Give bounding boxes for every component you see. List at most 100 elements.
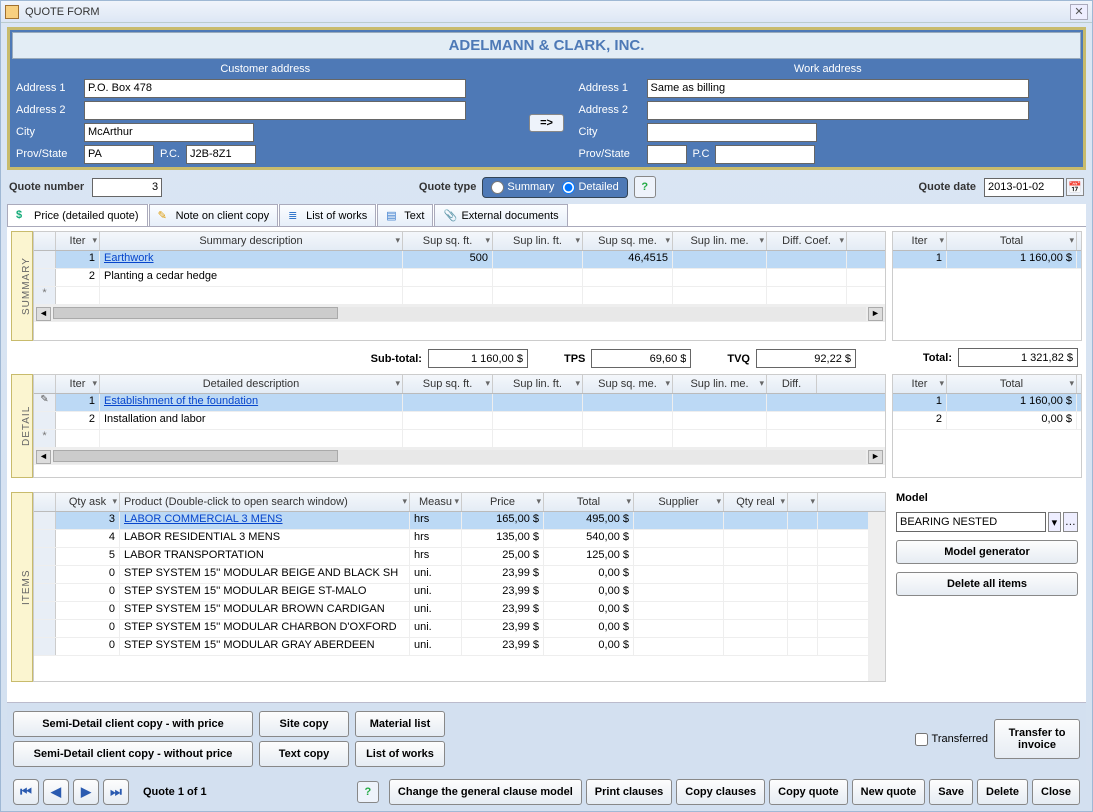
item-row[interactable]: 0STEP SYSTEM 15'' MODULAR CHARBON D'OXFO…	[34, 620, 868, 638]
tps-input[interactable]	[591, 349, 691, 368]
customer-address2-input[interactable]	[84, 101, 466, 120]
summary-header-sqme[interactable]: Sup sq. me.▾	[583, 232, 673, 250]
summary-header-sqft[interactable]: Sup sq. ft.▾	[403, 232, 493, 250]
close-button[interactable]: Close	[1032, 779, 1080, 805]
detail-body[interactable]: ✎1Establishment of the foundation 2Insta…	[34, 394, 885, 448]
customer-prov-input[interactable]	[84, 145, 154, 164]
items-header-total[interactable]: Total▾	[544, 493, 634, 511]
copy-clauses-button[interactable]: Copy clauses	[676, 779, 765, 805]
nav-last-button[interactable]: ⏭	[103, 779, 129, 805]
item-row[interactable]: 0STEP SYSTEM 15'' MODULAR BROWN CARDIGAN…	[34, 602, 868, 620]
items-header-measure[interactable]: Measu▾	[410, 493, 462, 511]
items-body[interactable]: 3LABOR COMMERCIAL 3 MENShrs165,00 $495,0…	[34, 512, 868, 681]
transferred-checkbox[interactable]: Transferred	[915, 733, 988, 746]
summary-total-header-item[interactable]: Iter▾	[893, 232, 947, 250]
items-header-price[interactable]: Price▾	[462, 493, 544, 511]
items-header-qty[interactable]: Qty ask▾	[56, 493, 120, 511]
items-header-row-selector[interactable]	[34, 493, 56, 511]
detail-total-header-total[interactable]: Total▾	[947, 375, 1077, 393]
detail-header-row-selector[interactable]	[34, 375, 56, 393]
work-address1-input[interactable]	[647, 79, 1029, 98]
detail-header-sqme[interactable]: Sup sq. me.▾	[583, 375, 673, 393]
model-browse-button[interactable]: …	[1063, 512, 1078, 532]
detail-header-linme[interactable]: Sup lin. me.▾	[673, 375, 767, 393]
item-row[interactable]: 5LABOR TRANSPORTATIONhrs25,00 $125,00 $	[34, 548, 868, 566]
list-of-works-button[interactable]: List of works	[355, 741, 445, 767]
quote-number-input[interactable]	[92, 178, 162, 197]
customer-address1-input[interactable]	[84, 79, 466, 98]
calendar-icon[interactable]: 📅	[1066, 178, 1084, 196]
vtab-detail[interactable]: DETAIL	[11, 374, 33, 478]
summary-row[interactable]: 1Earthwork50046,4515	[34, 251, 885, 269]
tab-note[interactable]: ✎Note on client copy	[149, 204, 279, 226]
quote-type-detailed[interactable]: Detailed	[562, 181, 618, 194]
summary-header-item[interactable]: Iter▾	[56, 232, 100, 250]
subtotal-input[interactable]	[428, 349, 528, 368]
items-header-supplier[interactable]: Supplier▾	[634, 493, 724, 511]
detail-total-row[interactable]: 11 160,00 $	[893, 394, 1081, 412]
items-header-extra[interactable]: ▾	[788, 493, 818, 511]
summary-hscroll[interactable]: ◄►	[34, 305, 885, 322]
vtab-items[interactable]: ITEMS	[11, 492, 33, 682]
tab-text[interactable]: ▤Text	[377, 204, 433, 226]
delete-all-items-button[interactable]: Delete all items	[896, 572, 1078, 596]
detail-header-linft[interactable]: Sup lin. ft.▾	[493, 375, 583, 393]
model-dropdown-icon[interactable]: ▾	[1048, 512, 1061, 532]
summary-header-diff[interactable]: Diff. Coef.▾	[767, 232, 847, 250]
total-input[interactable]	[958, 348, 1078, 367]
item-row[interactable]: 0STEP SYSTEM 15'' MODULAR BEIGE ST-MALOu…	[34, 584, 868, 602]
tvq-input[interactable]	[756, 349, 856, 368]
detail-total-row[interactable]: 20,00 $	[893, 412, 1081, 430]
quote-type-summary[interactable]: Summary	[491, 181, 554, 194]
summary-new-row[interactable]: *	[34, 287, 885, 305]
summary-total-row[interactable]: 11 160,00 $	[893, 251, 1081, 269]
summary-header-linft[interactable]: Sup lin. ft.▾	[493, 232, 583, 250]
detail-new-row[interactable]: *	[34, 430, 885, 448]
tab-price[interactable]: $Price (detailed quote)	[7, 204, 148, 226]
tab-external[interactable]: 📎External documents	[434, 204, 567, 226]
copy-address-button[interactable]: =>	[529, 114, 564, 132]
nav-next-button[interactable]: ▶	[73, 779, 99, 805]
customer-pc-input[interactable]	[186, 145, 256, 164]
item-row[interactable]: 4LABOR RESIDENTIAL 3 MENShrs135,00 $540,…	[34, 530, 868, 548]
work-address2-input[interactable]	[647, 101, 1029, 120]
item-row[interactable]: 3LABOR COMMERCIAL 3 MENShrs165,00 $495,0…	[34, 512, 868, 530]
detail-hscroll[interactable]: ◄►	[34, 448, 885, 465]
summary-total-header-total[interactable]: Total▾	[947, 232, 1077, 250]
items-header-product[interactable]: Product (Double-click to open search win…	[120, 493, 410, 511]
nav-first-button[interactable]: ⏮	[13, 779, 39, 805]
detail-row[interactable]: 2Installation and labor	[34, 412, 885, 430]
save-button[interactable]: Save	[929, 779, 973, 805]
close-icon[interactable]: ✕	[1070, 4, 1088, 20]
detail-row[interactable]: ✎1Establishment of the foundation	[34, 394, 885, 412]
quote-date-input[interactable]	[984, 178, 1064, 197]
tab-works[interactable]: ≣List of works	[279, 204, 376, 226]
items-vscroll[interactable]	[868, 512, 885, 681]
items-header-qtyreal[interactable]: Qty real▾	[724, 493, 788, 511]
detail-header-item[interactable]: Iter▾	[56, 375, 100, 393]
item-row[interactable]: 0STEP SYSTEM 15'' MODULAR GRAY ABERDEENu…	[34, 638, 868, 656]
item-row[interactable]: 0STEP SYSTEM 15'' MODULAR BEIGE AND BLAC…	[34, 566, 868, 584]
summary-header-row-selector[interactable]	[34, 232, 56, 250]
summary-body[interactable]: 1Earthwork50046,4515 2Planting a cedar h…	[34, 251, 885, 305]
model-generator-button[interactable]: Model generator	[896, 540, 1078, 564]
detail-header-desc[interactable]: Detailed description▾	[100, 375, 403, 393]
summary-header-desc[interactable]: Summary description▾	[100, 232, 403, 250]
semi-detail-with-price-button[interactable]: Semi-Detail client copy - with price	[13, 711, 253, 737]
summary-header-linme[interactable]: Sup lin. me.▾	[673, 232, 767, 250]
site-copy-button[interactable]: Site copy	[259, 711, 349, 737]
help-button-2[interactable]: ?	[357, 781, 379, 803]
detail-header-diff[interactable]: Diff.	[767, 375, 817, 393]
semi-detail-without-price-button[interactable]: Semi-Detail client copy - without price	[13, 741, 253, 767]
copy-quote-button[interactable]: Copy quote	[769, 779, 848, 805]
work-city-input[interactable]	[647, 123, 817, 142]
new-quote-button[interactable]: New quote	[852, 779, 926, 805]
material-list-button[interactable]: Material list	[355, 711, 445, 737]
text-copy-button[interactable]: Text copy	[259, 741, 349, 767]
vtab-summary[interactable]: SUMMARY	[11, 231, 33, 341]
help-button[interactable]: ?	[634, 176, 656, 198]
model-select[interactable]	[896, 512, 1046, 532]
work-pc-input[interactable]	[715, 145, 815, 164]
delete-button[interactable]: Delete	[977, 779, 1028, 805]
nav-prev-button[interactable]: ◀	[43, 779, 69, 805]
